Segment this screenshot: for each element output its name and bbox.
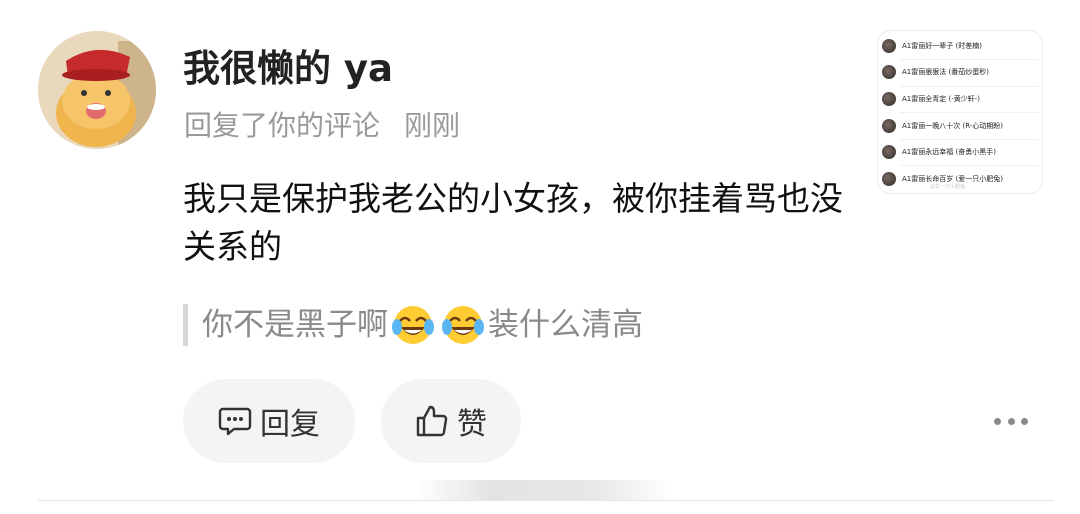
username[interactable]: 我很懒的 ya — [183, 38, 393, 92]
inset-divider — [900, 59, 1038, 60]
inset-divider — [900, 139, 1038, 140]
inset-divider — [900, 165, 1038, 166]
notification-meta: 回复了你的评论 刚刚 — [184, 104, 460, 144]
inset-list-item: A1雷丽狠狠法 (番茄炒蛋秒) — [882, 63, 989, 81]
user-avatar[interactable] — [38, 31, 156, 149]
quoted-text-prefix: 你不是黑子啊 — [202, 307, 388, 343]
inset-divider — [900, 112, 1038, 113]
reply-label: 回复 — [260, 407, 320, 442]
avatar-icon — [882, 145, 896, 159]
like-button[interactable]: 赞 — [381, 379, 521, 463]
comment-text[interactable]: 我只是保护我老公的小女孩，被你挂着骂也没关系的 — [183, 175, 843, 271]
inset-list-item: A1雷丽永远幸福 (奋勇小黑手) — [882, 143, 996, 161]
action-text: 回复了你的评论 — [184, 109, 381, 142]
divider — [38, 500, 1054, 501]
more-options-icon[interactable] — [994, 416, 1028, 426]
inset-list-item: A1雷丽好一辈子 (时差楠) — [882, 37, 982, 55]
like-label: 赞 — [457, 407, 487, 442]
timestamp: 刚刚 — [404, 109, 461, 142]
avatar-icon — [882, 65, 896, 79]
inset-list-item: A1雷丽全青定 (-黄少轩-) — [882, 90, 980, 108]
thumbs-up-icon — [416, 405, 448, 437]
inset-footer: @爱一只小肥兔 — [930, 184, 966, 190]
watermark-bar — [415, 480, 675, 500]
quoted-comment[interactable]: 你不是黑子啊 装什么清高 — [183, 304, 643, 346]
avatar-icon — [882, 92, 896, 106]
face-with-tears-of-joy-emoji — [392, 306, 434, 344]
avatar-icon — [882, 39, 896, 53]
inset-divider — [900, 86, 1038, 87]
face-with-tears-of-joy-emoji — [442, 306, 484, 344]
comment-bubble-icon — [218, 407, 252, 436]
reply-button[interactable]: 回复 — [183, 379, 355, 463]
cat-avatar-icon — [38, 31, 156, 149]
inset-list-item: A1雷丽一晚八十次 (R-心动期盼) — [882, 117, 1003, 135]
quoted-text-suffix: 装什么清高 — [488, 307, 643, 343]
inset-screenshot: A1雷丽好一辈子 (时差楠) A1雷丽狠狠法 (番茄炒蛋秒) A1雷丽全青定 (… — [877, 30, 1043, 194]
avatar-icon — [882, 172, 896, 186]
avatar-icon — [882, 119, 896, 133]
